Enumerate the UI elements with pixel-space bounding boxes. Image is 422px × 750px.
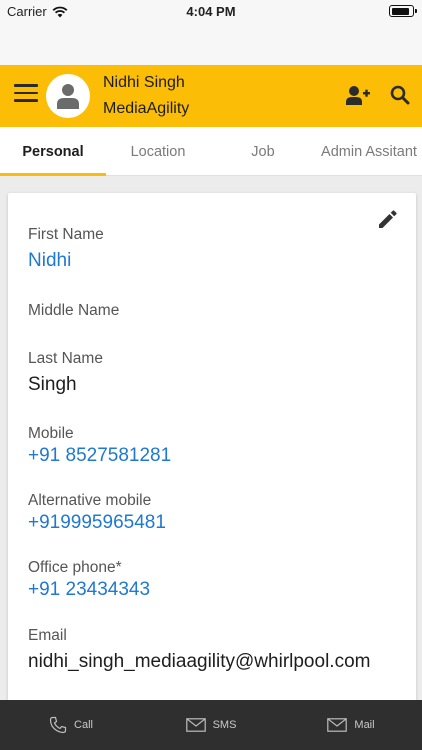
mobile-value[interactable]: +91 8527581281 (28, 445, 171, 467)
call-label: Call (74, 719, 93, 731)
tab-job[interactable]: Job (210, 127, 316, 176)
middle-name-label: Middle Name (28, 302, 120, 319)
battery-level (391, 7, 409, 15)
profile-card: First Name Nidhi Middle Name Last Name S… (8, 193, 416, 713)
edit-button[interactable] (378, 209, 400, 231)
sms-label: SMS (212, 719, 237, 731)
clock: 4:04 PM (186, 4, 236, 19)
call-button[interactable]: Call (1, 700, 141, 750)
battery-icon (389, 5, 417, 17)
last-name-label: Last Name (28, 350, 103, 367)
mail-icon (327, 718, 348, 732)
status-bar: Carrier 4:04 PM (0, 0, 422, 22)
menu-icon[interactable] (14, 84, 38, 106)
office-phone-value[interactable]: +91 23434343 (28, 579, 150, 601)
email-value[interactable]: nidhi_singh_mediaagility@whirlpool.com (28, 651, 370, 673)
bottom-action-bar: Call SMS Mail (0, 700, 422, 750)
sms-button[interactable]: SMS (141, 700, 281, 750)
user-name: Nidhi Singh (103, 74, 185, 91)
pencil-icon (379, 210, 397, 228)
tab-personal[interactable]: Personal (0, 127, 106, 176)
search-button[interactable] (390, 85, 412, 107)
mail-button[interactable]: Mail (281, 700, 421, 750)
first-name-value[interactable]: Nidhi (28, 250, 71, 272)
mobile-label: Mobile (28, 425, 74, 442)
mail-label: Mail (354, 719, 375, 731)
avatar[interactable] (46, 74, 90, 118)
add-user-icon (346, 86, 370, 105)
first-name-label: First Name (28, 226, 104, 243)
add-user-button[interactable] (346, 85, 370, 107)
tab-bar: Personal Location Job Admin Assitant (0, 127, 422, 176)
avatar-icon (57, 84, 79, 109)
alternative-mobile-value[interactable]: +919995965481 (28, 512, 166, 534)
tab-admin-assistant[interactable]: Admin Assitant (316, 127, 422, 176)
email-label: Email (28, 627, 67, 644)
office-phone-label: Office phone* (28, 559, 122, 576)
user-organization: MediaAgility (103, 100, 190, 117)
alternative-mobile-label: Alternative mobile (28, 492, 152, 509)
phone-icon (49, 716, 67, 734)
envelope-icon (185, 718, 206, 732)
navigation-bar (0, 22, 422, 65)
tab-location[interactable]: Location (106, 127, 210, 176)
search-icon (390, 85, 410, 105)
last-name-value: Singh (28, 374, 77, 395)
app-header: Nidhi Singh MediaAgility (0, 65, 422, 127)
